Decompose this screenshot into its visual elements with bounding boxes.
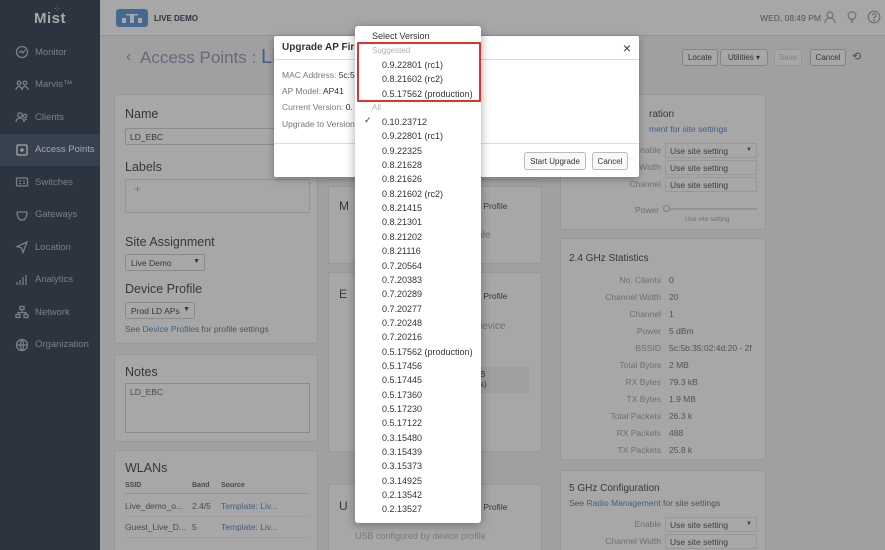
upgrade-to-label: Upgrade to Version [282, 119, 355, 129]
current-version-row: Current Version: 0. [282, 102, 353, 112]
version-option[interactable]: 0.9.22801 (rc1) [382, 129, 443, 143]
version-option[interactable]: 0.7.20216 [382, 330, 422, 344]
dropdown-header: Select Version [372, 31, 430, 41]
version-option[interactable]: 0.3.15439 [382, 445, 422, 459]
start-upgrade-button[interactable]: Start Upgrade [524, 152, 586, 170]
modal-title: Upgrade AP Firm [282, 42, 364, 53]
version-option[interactable]: 0.7.20248 [382, 316, 422, 330]
version-option[interactable]: 0.2.13542 [382, 488, 422, 502]
version-option[interactable]: 0.8.21415 [382, 201, 422, 215]
version-option[interactable]: 0.3.14925 [382, 474, 422, 488]
version-option[interactable]: 0.7.20277 [382, 302, 422, 316]
version-option[interactable]: 0.8.21602 (rc2) [382, 187, 443, 201]
ap-model-row: AP Model: AP41 [282, 86, 344, 96]
version-option[interactable]: 0.3.15373 [382, 459, 422, 473]
version-option[interactable]: 0.5.17230 [382, 402, 422, 416]
checkmark-icon: ✓ [364, 115, 372, 125]
version-option[interactable]: 0.8.21301 [382, 215, 422, 229]
version-option[interactable]: 0.5.17562 (production) [382, 345, 473, 359]
suggested-highlight-box [357, 42, 481, 102]
close-icon[interactable]: × [623, 40, 631, 56]
mac-address-row: MAC Address: 5c:5b [282, 70, 360, 80]
version-option[interactable]: 0.2.13527 [382, 502, 422, 516]
version-option[interactable]: 0.10.23712 [382, 115, 427, 129]
version-option[interactable]: 0.8.21626 [382, 172, 422, 186]
version-option[interactable]: 0.8.21202 [382, 230, 422, 244]
version-option[interactable]: 0.7.20383 [382, 273, 422, 287]
version-option[interactable]: 0.3.15480 [382, 431, 422, 445]
version-option[interactable]: 0.5.17456 [382, 359, 422, 373]
version-option[interactable]: 0.5.17445 [382, 373, 422, 387]
version-option[interactable]: 0.7.20289 [382, 287, 422, 301]
version-option[interactable]: 0.5.17122 [382, 416, 422, 430]
version-option[interactable]: 0.8.21628 [382, 158, 422, 172]
modal-cancel-button[interactable]: Cancel [592, 152, 628, 170]
version-option[interactable]: 0.7.20564 [382, 259, 422, 273]
version-option[interactable]: 0.5.17360 [382, 388, 422, 402]
all-group-label: All [372, 103, 381, 112]
version-option[interactable]: 0.9.22325 [382, 144, 422, 158]
version-option[interactable]: 0.8.21116 [382, 244, 421, 258]
